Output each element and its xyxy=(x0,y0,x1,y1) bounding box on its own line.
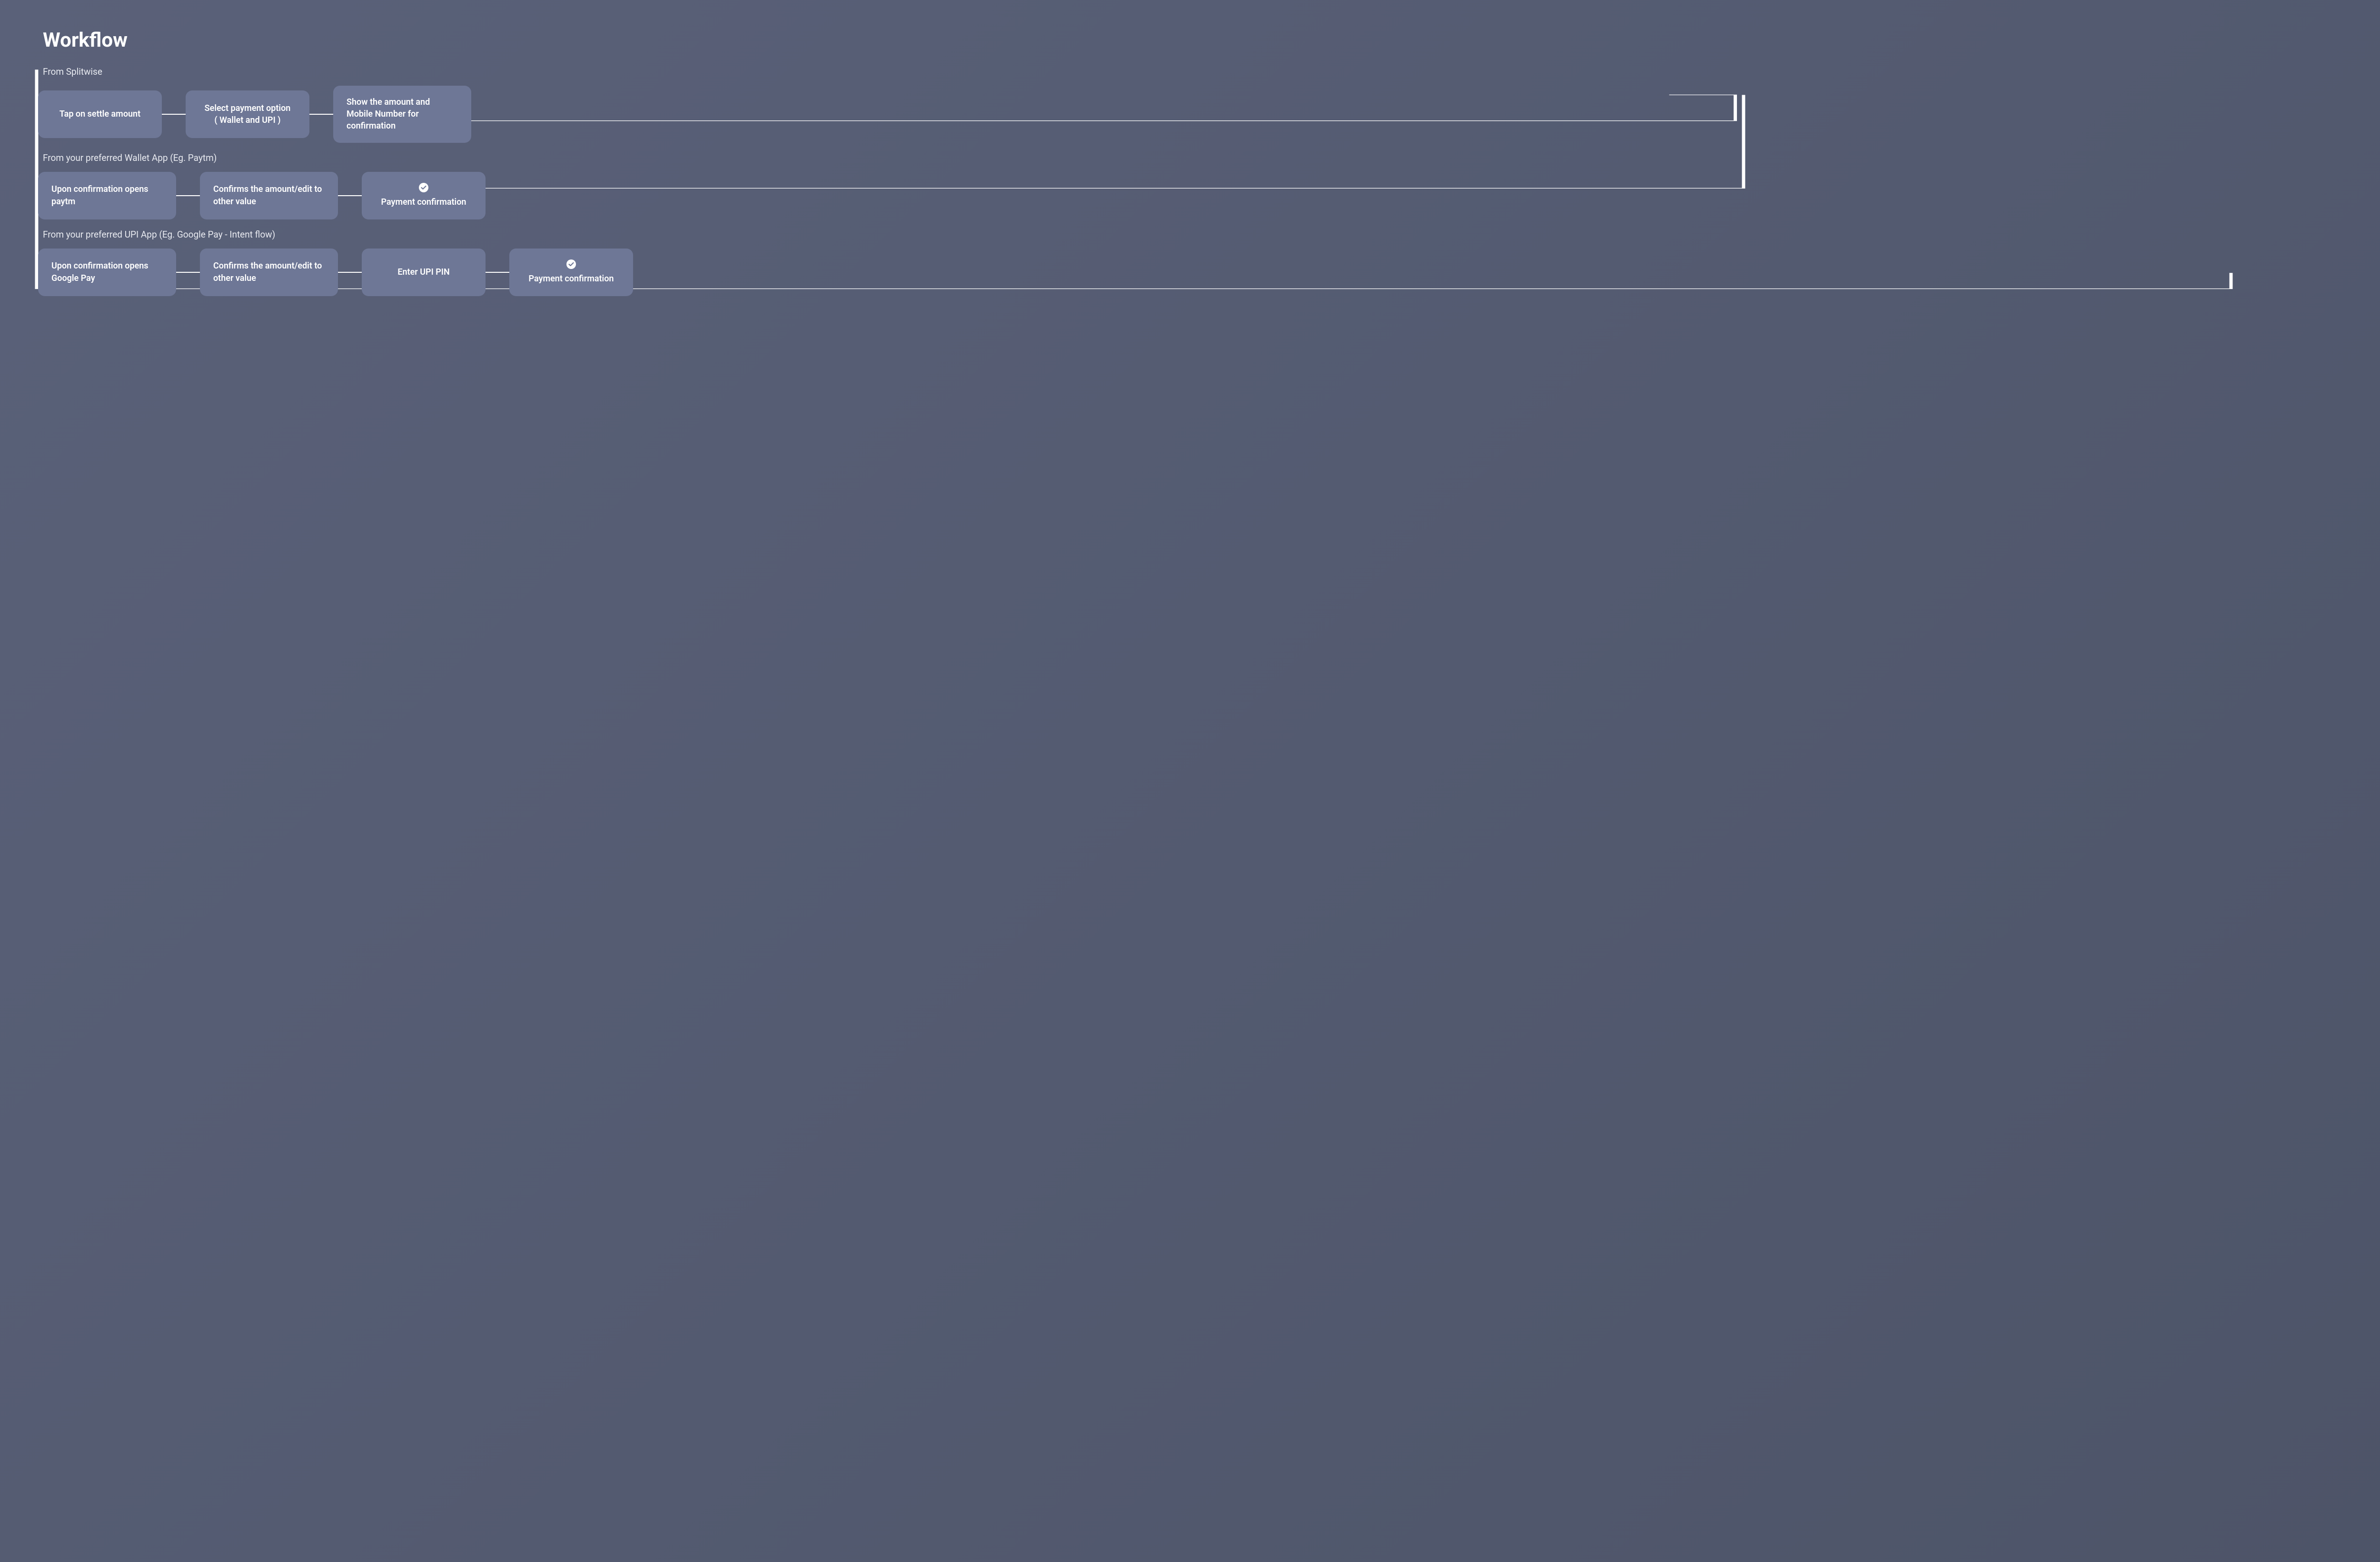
section-wallet: From your preferred Wallet App (Eg. Payt… xyxy=(38,152,2347,219)
node-confirm-amount-upi: Confirms the amount/edit to other value xyxy=(200,249,338,296)
node-text: Payment confirmation xyxy=(529,273,614,285)
workflow-container: From Splitwise Tap on settle amount Sele… xyxy=(33,66,2347,296)
section-upi: From your preferred UPI App (Eg. Google … xyxy=(38,229,2347,296)
connector xyxy=(309,114,333,115)
node-show-amount: Show the amount and Mobile Number for co… xyxy=(333,86,471,143)
node-open-gpay: Upon confirmation opens Google Pay xyxy=(38,249,176,296)
section-label-wallet: From your preferred Wallet App (Eg. Payt… xyxy=(43,152,2347,163)
connector xyxy=(162,114,186,115)
node-select-payment: Select payment option( Wallet and UPI ) xyxy=(186,90,309,138)
node-payment-confirm-wallet: Payment confirmation xyxy=(362,172,486,219)
node-open-paytm: Upon confirmation opens paytm xyxy=(38,172,176,219)
connector xyxy=(176,195,200,196)
node-tap-settle: Tap on settle amount xyxy=(38,90,162,138)
connector xyxy=(338,272,362,273)
connector xyxy=(486,272,509,273)
connector xyxy=(176,272,200,273)
row-splitwise: Tap on settle amount Select payment opti… xyxy=(38,86,2347,143)
workflow-title: Workflow xyxy=(43,29,2347,52)
row-wallet: Upon confirmation opens paytm Confirms t… xyxy=(38,172,2347,219)
connector xyxy=(338,195,362,196)
section-label-upi: From your preferred UPI App (Eg. Google … xyxy=(43,229,2347,240)
section-label-splitwise: From Splitwise xyxy=(43,66,2347,77)
check-circle-icon xyxy=(566,259,576,269)
node-confirm-amount-wallet: Confirms the amount/edit to other value xyxy=(200,172,338,219)
section-splitwise: From Splitwise Tap on settle amount Sele… xyxy=(38,66,2347,143)
check-circle-icon xyxy=(419,183,428,192)
row-upi: Upon confirmation opens Google Pay Confi… xyxy=(38,249,2347,296)
node-text: Payment confirmation xyxy=(381,196,466,208)
node-enter-pin: Enter UPI PIN xyxy=(362,249,486,296)
node-payment-confirm-upi: Payment confirmation xyxy=(509,249,633,296)
